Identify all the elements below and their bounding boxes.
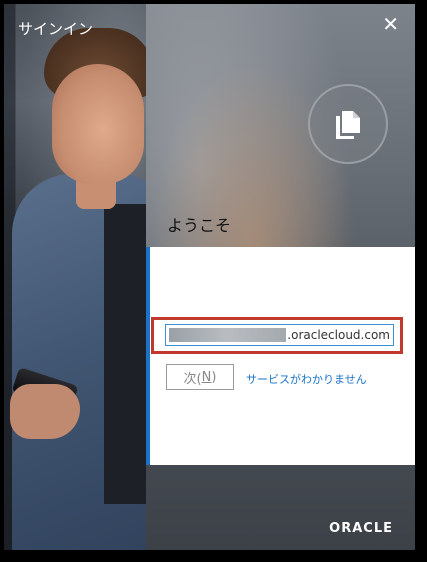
next-label-suffix: ) [211,369,217,385]
signin-window: サインイン ✕ ようこそ .oraclecloud.com 次(N) サービスが… [4,4,415,550]
next-button[interactable]: 次(N) [166,364,234,390]
next-label-prefix: 次( [183,371,202,387]
close-icon[interactable]: ✕ [382,14,399,34]
card-accent-bar [146,247,150,465]
service-url-input[interactable]: .oraclecloud.com [165,324,394,346]
oracle-logo: ORACLE [329,521,393,536]
person-hand [10,384,80,439]
hero-photo [4,4,146,550]
window-title: サインイン [18,20,94,38]
person-shirt [104,204,146,504]
app-logo [308,84,388,164]
service-domain-suffix: .oraclecloud.com [287,328,390,342]
unknown-service-link[interactable]: サービスがわかりません [246,371,367,387]
document-copy-icon [336,111,360,139]
signin-card: .oraclecloud.com 次(N) サービスがわかりません [146,247,415,465]
redacted-tenant [169,328,287,342]
next-label-accelerator: N [201,369,212,385]
person-head [52,64,144,184]
welcome-heading: ようこそ [167,216,232,235]
